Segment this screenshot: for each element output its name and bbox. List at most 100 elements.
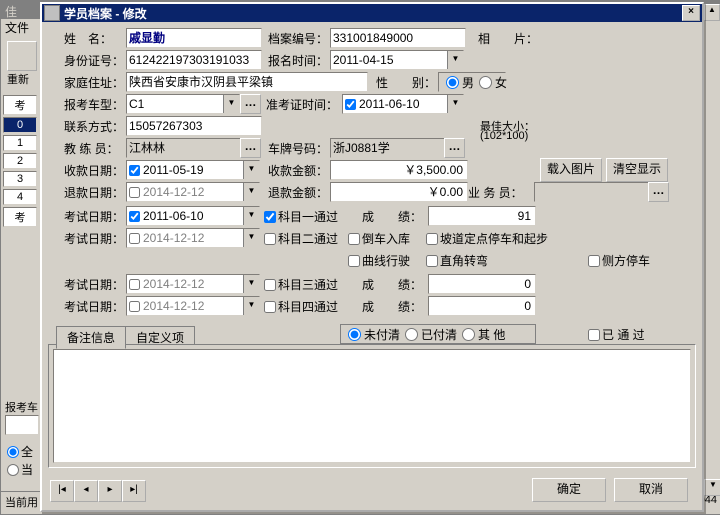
lbl-permit: 准考证时间：: [266, 96, 338, 113]
chk-slope[interactable]: [426, 233, 438, 245]
radio-current[interactable]: [7, 464, 19, 476]
lbl-score4: 成 绩：: [362, 298, 422, 315]
input-addr[interactable]: 陕西省安康市汉阴县平梁镇: [126, 72, 368, 92]
cancel-button[interactable]: 取消: [614, 478, 688, 502]
sidebar-cell[interactable]: 2: [3, 153, 37, 169]
chevron-down-icon[interactable]: ▼: [243, 229, 259, 247]
lbl-salesman: 业 务 员：: [468, 184, 523, 201]
radio-sex[interactable]: 男 女: [438, 72, 506, 92]
date-exam2[interactable]: 2014-12-12▼: [126, 228, 260, 248]
lbl-exam2: 考试日期：: [64, 230, 124, 247]
lbl-contact: 联系方式：: [64, 118, 124, 135]
chevron-down-icon[interactable]: ▼: [243, 161, 259, 179]
select-cartype[interactable]: C1▼: [126, 94, 240, 114]
sidebar-cell[interactable]: 考: [3, 207, 37, 227]
date-refund[interactable]: 2014-12-12▼: [126, 182, 260, 202]
date-permit[interactable]: 2011-06-10▼: [342, 94, 464, 114]
status-left: 当前用: [5, 494, 38, 512]
chevron-down-icon[interactable]: ▼: [223, 95, 239, 113]
sidebar-cell[interactable]: 3: [3, 171, 37, 187]
lbl-coach: 教 练 员：: [64, 140, 119, 157]
salesman-lookup-button[interactable]: …: [648, 182, 669, 202]
chk-reverse[interactable]: [348, 233, 360, 245]
chk-k4pass[interactable]: [264, 301, 276, 313]
coach-lookup-button[interactable]: …: [240, 138, 261, 158]
date-recv[interactable]: 2011-05-19▼: [126, 160, 260, 180]
tab-panel: [48, 344, 696, 468]
chk-k3pass[interactable]: [264, 279, 276, 291]
radio-clear[interactable]: [405, 328, 418, 341]
photo-box: [548, 28, 650, 128]
chk-k2pass[interactable]: [264, 233, 276, 245]
input-coach[interactable]: 江林林: [126, 138, 244, 158]
chevron-down-icon[interactable]: ▼: [447, 95, 463, 113]
lbl-name: 姓 名：: [64, 30, 112, 47]
chk-passed[interactable]: [588, 329, 600, 341]
input-salesman[interactable]: [534, 182, 652, 202]
refresh-label: 重新: [7, 71, 29, 87]
student-dialog: 学员档案 - 修改 × 姓 名： 戚显勤 档案编号： 331001849000 …: [40, 2, 704, 512]
sidebar-cell[interactable]: 4: [3, 189, 37, 205]
chevron-down-icon[interactable]: ▼: [243, 183, 259, 201]
chk-sidepark[interactable]: [588, 255, 600, 267]
scroll-down[interactable]: ▼: [704, 479, 720, 496]
scroll-up[interactable]: ▲: [704, 4, 720, 21]
close-icon[interactable]: ×: [682, 5, 700, 21]
nav-last-icon[interactable]: ▸|: [122, 480, 146, 502]
input-score4[interactable]: 0: [428, 296, 536, 316]
tab-notes[interactable]: 备注信息: [56, 326, 126, 349]
plate-lookup-button[interactable]: …: [444, 138, 465, 158]
select-regtime[interactable]: 2011-04-15▼: [330, 50, 464, 70]
radio-male[interactable]: [446, 76, 459, 89]
radio-other[interactable]: [462, 328, 475, 341]
chevron-down-icon[interactable]: ▼: [447, 51, 463, 69]
lbl-refunddate: 退款日期：: [64, 184, 124, 201]
menu-file[interactable]: 文件: [5, 19, 29, 36]
dialog-titlebar[interactable]: 学员档案 - 修改 ×: [42, 4, 702, 22]
chevron-down-icon[interactable]: ▼: [243, 297, 259, 315]
nav-first-icon[interactable]: |◂: [50, 480, 74, 502]
chevron-down-icon[interactable]: ▼: [243, 275, 259, 293]
date-exam4[interactable]: 2014-12-12▼: [126, 296, 260, 316]
input-score3[interactable]: 0: [428, 274, 536, 294]
lbl-sex: 性 别：: [376, 74, 436, 91]
date-exam1[interactable]: 2011-06-10▼: [126, 206, 260, 226]
chk-rightangle[interactable]: [426, 255, 438, 267]
lbl-plate: 车牌号码：: [268, 140, 328, 157]
sidebar-cell[interactable]: 0: [3, 117, 37, 133]
lbl-refundamt: 退款金额：: [268, 184, 328, 201]
radio-all[interactable]: [7, 446, 19, 458]
clear-image-button[interactable]: 清空显示: [606, 158, 668, 182]
app-icon: [44, 5, 60, 21]
input-id[interactable]: 612422197303191033: [126, 50, 262, 70]
refresh-icon[interactable]: [7, 41, 37, 71]
radio-female[interactable]: [479, 76, 492, 89]
input-fileno[interactable]: 331001849000: [330, 28, 466, 48]
nav-prev-icon[interactable]: ◂: [74, 480, 98, 502]
date-exam3[interactable]: 2014-12-12▼: [126, 274, 260, 294]
lbl-addr: 家庭住址：: [64, 74, 124, 91]
sidebar-cell[interactable]: 1: [3, 135, 37, 151]
bottom-combo[interactable]: [5, 415, 39, 435]
nav-next-icon[interactable]: ▸: [98, 480, 122, 502]
input-recvamt[interactable]: ￥3,500.00: [330, 160, 468, 180]
chk-curve[interactable]: [348, 255, 360, 267]
ok-button[interactable]: 确定: [532, 478, 606, 502]
cartype-lookup-button[interactable]: …: [240, 94, 261, 114]
chk-k1pass[interactable]: [264, 211, 276, 223]
load-image-button[interactable]: 载入图片: [540, 158, 602, 182]
input-refundamt[interactable]: ￥0.00: [330, 182, 468, 202]
radio-unclear[interactable]: [348, 328, 361, 341]
lbl-fileno: 档案编号：: [268, 30, 328, 47]
notes-textarea[interactable]: [53, 349, 691, 463]
input-name[interactable]: 戚显勤: [126, 28, 262, 48]
input-plate[interactable]: 浙J0881学: [330, 138, 448, 158]
lbl-recvdate: 收款日期：: [64, 162, 124, 179]
input-contact[interactable]: 15057267303: [126, 116, 262, 136]
lbl-exam4: 考试日期：: [64, 298, 124, 315]
sidebar-cell[interactable]: 考: [3, 95, 37, 115]
chevron-down-icon[interactable]: ▼: [243, 207, 259, 225]
lbl-exam1: 考试日期：: [64, 208, 124, 225]
lbl-score3: 成 绩：: [362, 276, 422, 293]
input-score1[interactable]: 91: [428, 206, 536, 226]
